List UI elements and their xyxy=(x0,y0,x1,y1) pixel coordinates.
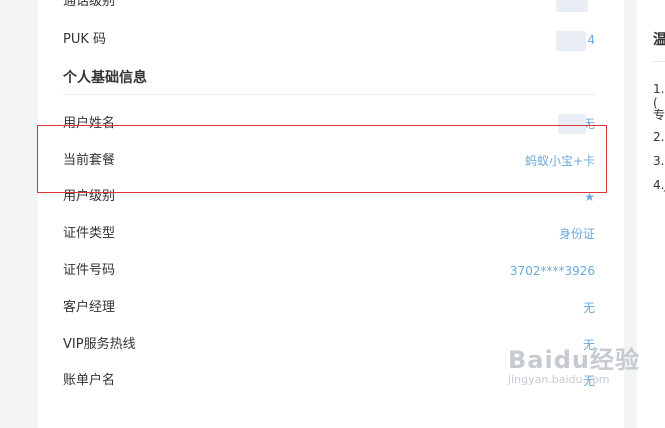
section-title: 个人基础信息 xyxy=(63,70,147,86)
tip-item: 2.a xyxy=(653,130,665,144)
baidu-watermark: Baidu经验 jingyan.baidu.com xyxy=(508,340,640,386)
watermark-text: Baidu经验 xyxy=(508,346,640,374)
tip-item: 4.J xyxy=(653,178,665,192)
row-label: 通话级别 xyxy=(63,0,116,9)
row-value: 无 xyxy=(582,301,595,315)
privacy-blur xyxy=(556,31,586,51)
tips-panel xyxy=(637,0,665,428)
row-id-type: 证件类型 身份证 xyxy=(63,224,595,244)
watermark-subtext: jingyan.baidu.com xyxy=(508,373,610,386)
row-label: 客户经理 xyxy=(63,300,116,315)
tip-item: 专 xyxy=(653,108,665,122)
divider xyxy=(653,61,665,62)
row-account-manager: 客户经理 无 xyxy=(63,298,595,318)
row-value: 3702****3926 xyxy=(509,264,595,278)
row-id-number: 证件号码 3702****3926 xyxy=(63,261,595,281)
row-value: 身份证 xyxy=(558,227,595,241)
highlight-box xyxy=(37,125,607,193)
row-label: VIP服务热线 xyxy=(63,337,136,352)
divider xyxy=(63,94,595,95)
privacy-blur xyxy=(556,0,588,12)
row-label: 账单户名 xyxy=(63,373,116,388)
tips-title: 温 xyxy=(653,32,665,48)
row-call-level: 通话级别 国 xyxy=(63,0,595,12)
row-puk-code: PUK 码 739 4 xyxy=(63,30,595,50)
row-label: 证件号码 xyxy=(63,263,116,278)
row-label: PUK 码 xyxy=(63,32,107,47)
tip-item: 3.9 xyxy=(653,154,665,168)
row-label: 证件类型 xyxy=(63,226,116,241)
